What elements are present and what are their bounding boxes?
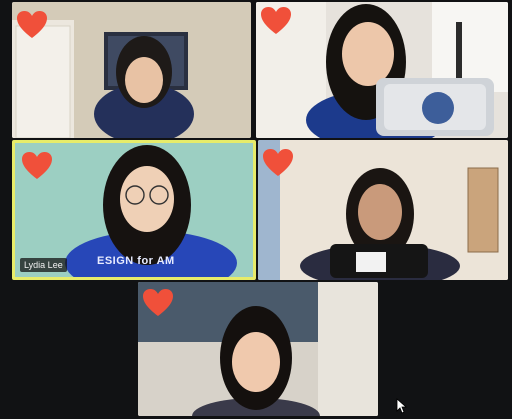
heart-icon (22, 152, 52, 179)
video-tile-participant-4[interactable] (258, 140, 508, 280)
participant-video (256, 2, 508, 138)
heart-icon (263, 149, 293, 176)
video-tile-participant-1[interactable] (12, 2, 251, 138)
video-tile-participant-5[interactable] (138, 282, 378, 416)
participant-video (138, 282, 378, 416)
heart-icon (143, 289, 173, 316)
video-tile-participant-2[interactable] (256, 2, 508, 138)
participant-name-label: Lydia Lee (20, 258, 67, 272)
participant-video (258, 140, 508, 280)
video-tile-participant-3[interactable]: ESIGN for AM Lydia Lee (12, 140, 256, 280)
shirt-text: ESIGN for AM (97, 255, 175, 267)
heart-icon (17, 11, 47, 38)
cursor-icon (396, 398, 408, 414)
heart-icon (261, 7, 291, 34)
